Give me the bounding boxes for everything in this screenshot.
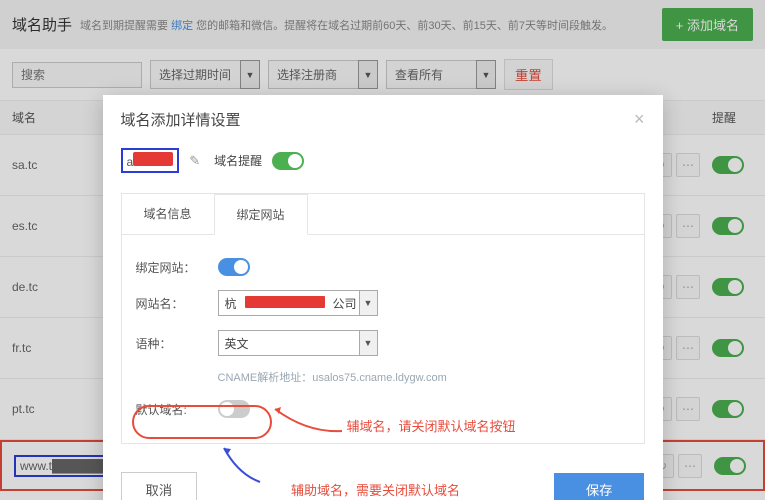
default-domain-toggle[interactable]: [218, 400, 250, 418]
modal-title: 域名添加详情设置: [121, 109, 241, 130]
domain-detail-modal: 域名添加详情设置 × a ✎ 域名提醒 域名信息 绑定网站 绑定网站：: [103, 95, 663, 500]
tab-domain-info[interactable]: 域名信息: [122, 194, 214, 234]
domain-remind-toggle[interactable]: [272, 152, 304, 170]
site-name-select[interactable]: 杭公司 ▼: [218, 290, 378, 316]
domain-remind-label: 域名提醒: [214, 152, 262, 169]
pencil-icon[interactable]: ✎: [189, 153, 200, 169]
modal-domain-name: a: [121, 148, 180, 173]
chevron-down-icon: ▼: [359, 291, 377, 315]
site-name-label: 网站名：: [136, 295, 206, 312]
close-icon[interactable]: ×: [634, 109, 645, 130]
save-button[interactable]: 保存: [554, 473, 645, 500]
lang-select[interactable]: 英文 ▼: [218, 330, 378, 356]
bind-site-toggle[interactable]: [218, 258, 250, 276]
tab-bind-site[interactable]: 绑定网站: [214, 194, 308, 235]
chevron-down-icon: ▼: [359, 331, 377, 355]
lang-label: 语种：: [136, 335, 206, 352]
bind-site-label: 绑定网站：: [136, 259, 206, 276]
cname-text: CNAME解析地址：usalos75.cname.ldygw.com: [136, 363, 630, 385]
cancel-button[interactable]: 取消: [121, 472, 198, 500]
annotation-footer-tip: 辅助域名，需要关闭默认域名: [291, 480, 460, 499]
default-domain-label: 默认域名:: [136, 401, 206, 418]
